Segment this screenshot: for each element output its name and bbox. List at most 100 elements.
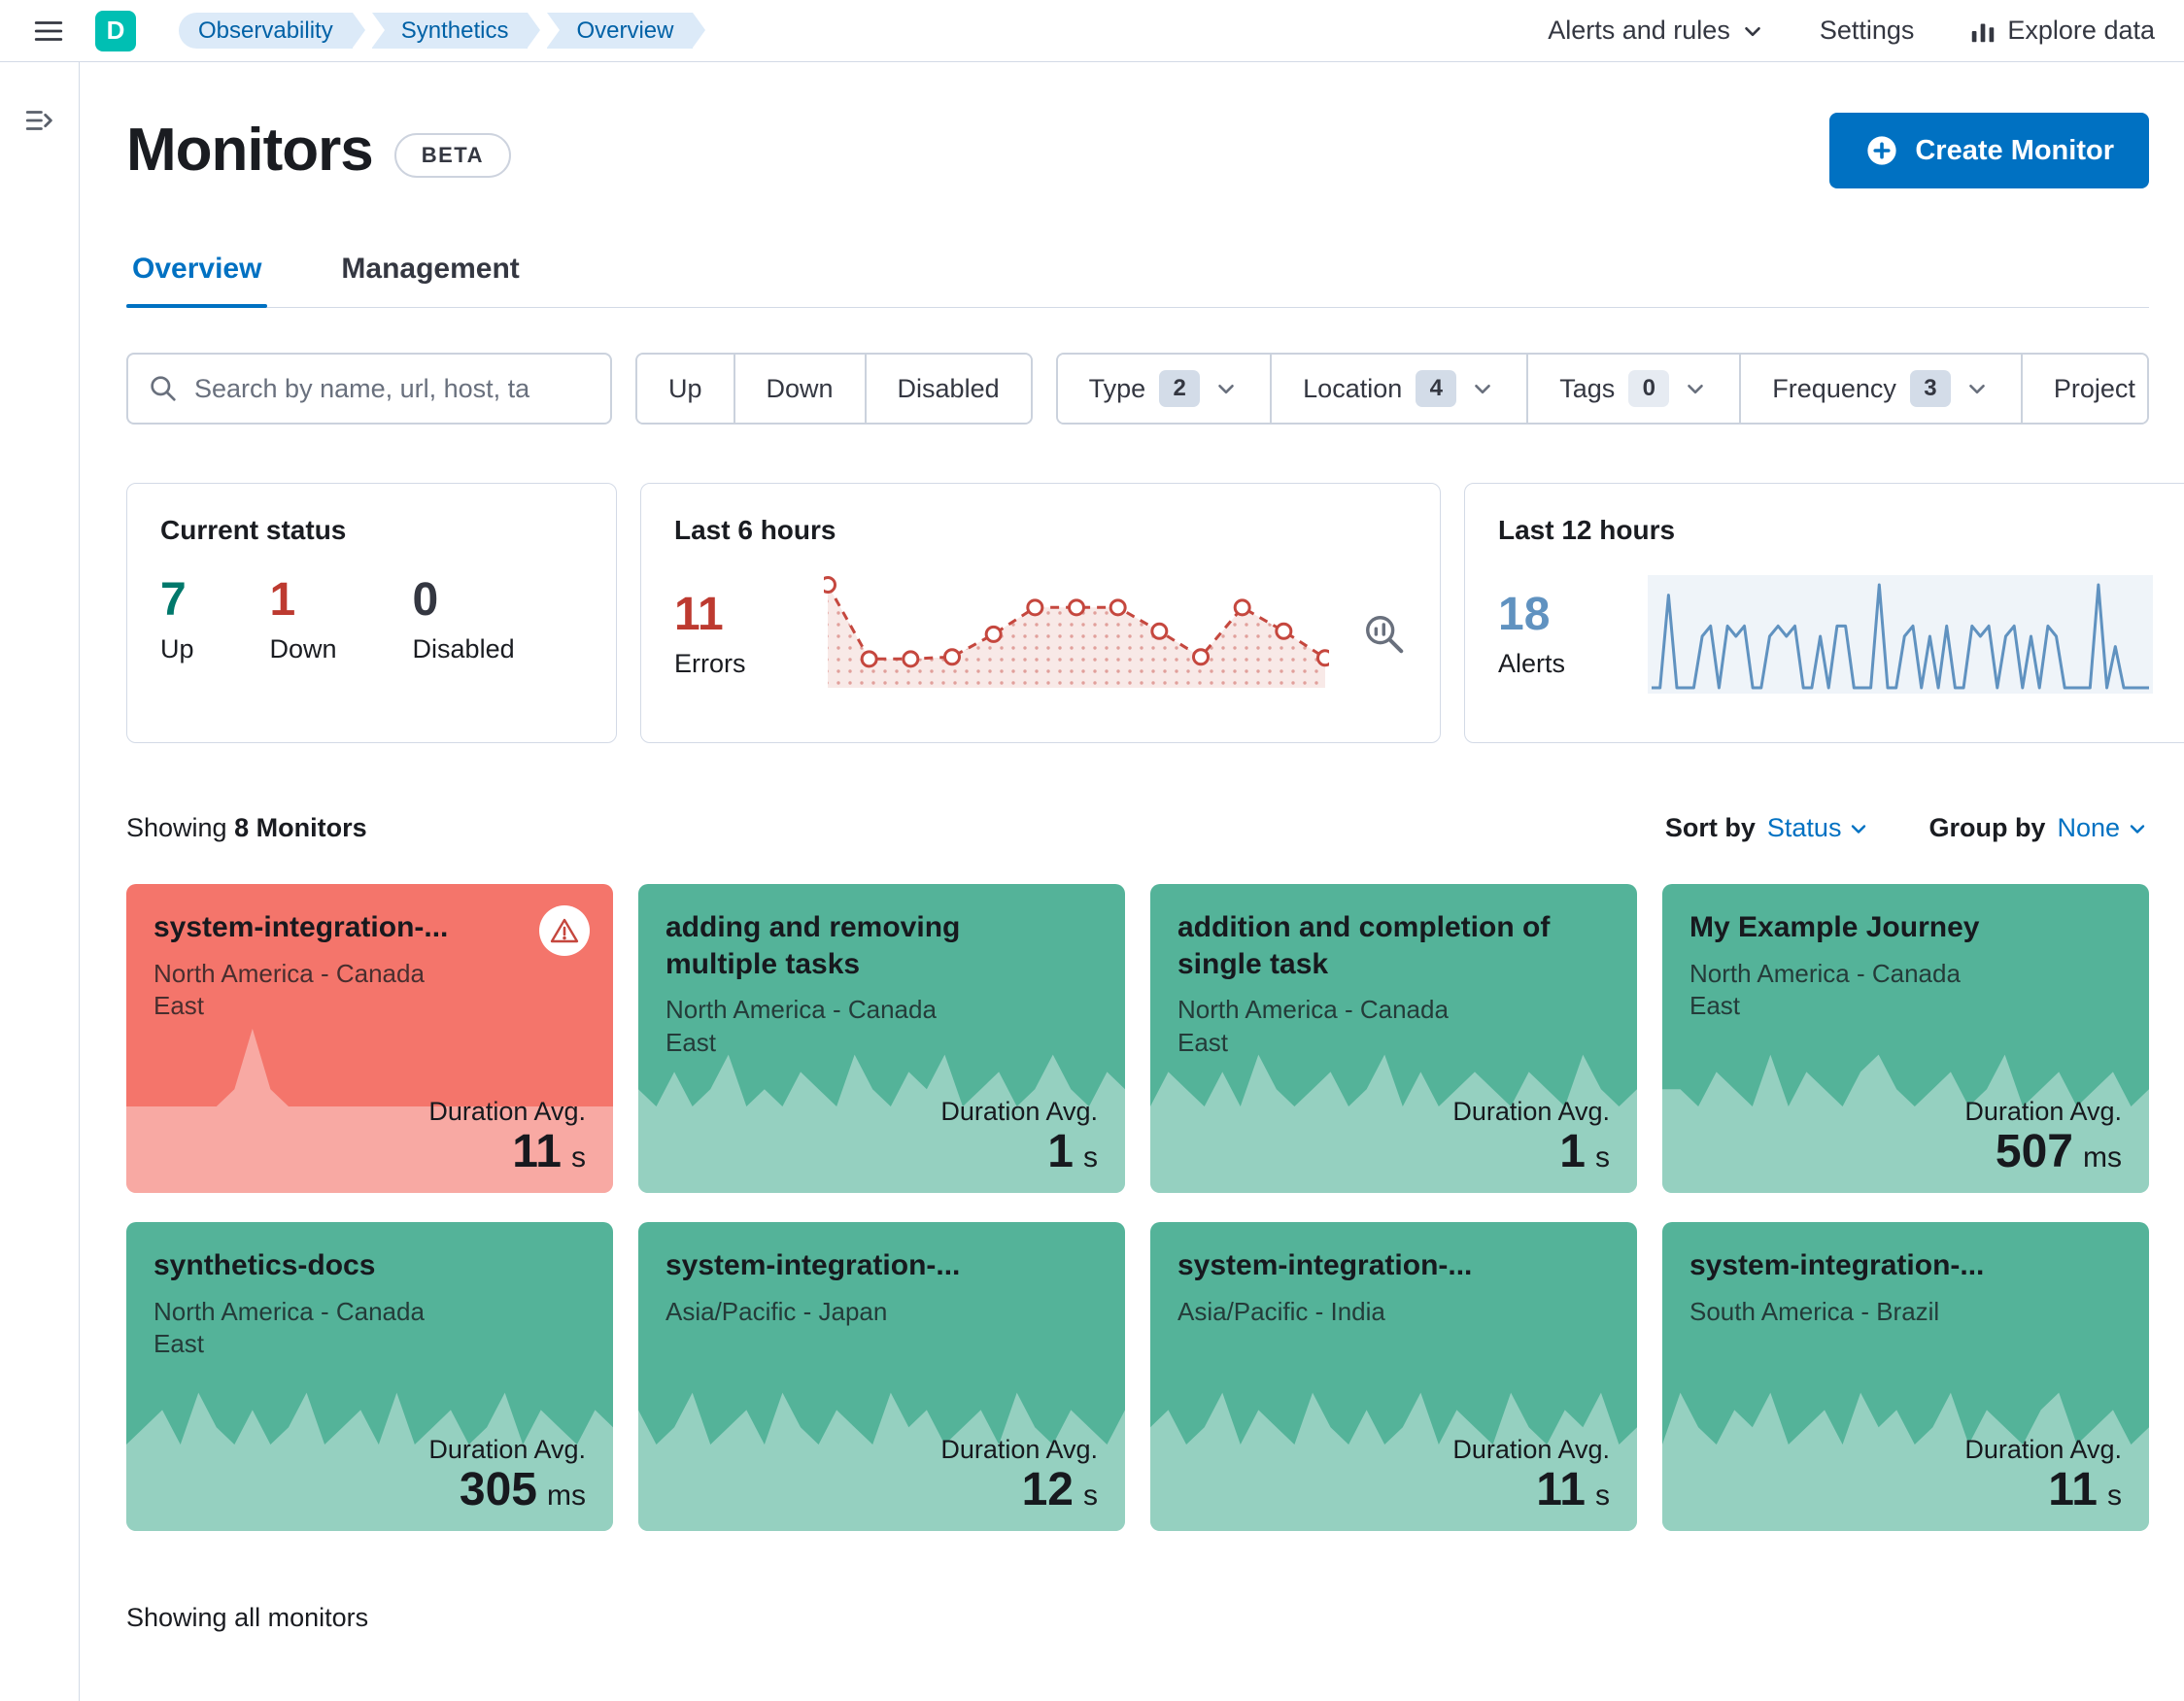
monitor-location: Asia/Pacific - Japan: [665, 1296, 888, 1326]
monitor-card[interactable]: addition and completion of single task N…: [1150, 884, 1637, 1193]
main-content: Monitors BETA Create Monitor Overview Ma…: [80, 62, 2184, 1701]
beta-badge: BETA: [393, 133, 512, 178]
menu-hamburger-icon[interactable]: [29, 12, 68, 51]
filter-count-badge: 2: [1159, 370, 1201, 407]
sort-by-control: Sort by Status: [1665, 813, 1871, 843]
group-by-value[interactable]: None: [2057, 813, 2149, 843]
alerts-count: 18: [1498, 589, 1551, 641]
monitor-location: Asia/Pacific - India: [1177, 1296, 1385, 1326]
monitor-card[interactable]: synthetics-docs North America - Canada E…: [126, 1222, 613, 1531]
monitor-card[interactable]: system-integration-... Asia/Pacific - In…: [1150, 1222, 1637, 1531]
filter-project-dropdown[interactable]: Project 1: [2020, 355, 2147, 423]
alerts-panel-title: Last 12 hours: [1498, 515, 1676, 545]
top-header: D Observability Synthetics Overview Aler…: [0, 0, 2184, 62]
monitor-duration: Duration Avg. 11 s: [428, 1097, 586, 1177]
showing-count: 8 Monitors: [234, 813, 367, 842]
stat-alerts: 18 Alerts: [1498, 589, 1615, 679]
page-title: Monitors: [126, 117, 374, 184]
tab-management[interactable]: Management: [335, 253, 525, 307]
chevron-down-icon: [2130, 824, 2145, 833]
create-monitor-button[interactable]: Create Monitor: [1829, 113, 2149, 188]
alerts-chart: [1648, 575, 2153, 694]
up-label: Up: [160, 633, 194, 663]
plus-in-circle-icon: [1867, 136, 1896, 165]
chevron-down-icon: [1218, 384, 1234, 394]
alerts-and-rules-label: Alerts and rules: [1548, 16, 1730, 45]
down-label: Down: [269, 633, 337, 663]
disabled-label: Disabled: [412, 633, 515, 663]
filter-count-badge: 3: [1909, 370, 1951, 407]
alerts-panel: Last 12 hours 18 Alerts: [1464, 483, 2184, 743]
filter-type-dropdown[interactable]: Type 2: [1057, 355, 1271, 423]
breadcrumb: Observability Synthetics Overview: [179, 13, 712, 49]
warning-icon: [539, 905, 590, 956]
header-actions: Alerts and rules Settings Explore data: [1548, 16, 2155, 46]
filter-disabled-button[interactable]: Disabled: [864, 355, 1031, 423]
monitor-duration: Duration Avg. 305 ms: [428, 1435, 586, 1515]
monitor-title: system-integration-...: [154, 911, 449, 943]
chevron-down-icon: [1969, 384, 1985, 394]
breadcrumb-overview[interactable]: Overview: [547, 13, 706, 49]
monitor-title: system-integration-...: [665, 1249, 961, 1281]
monitor-duration: Duration Avg. 11 s: [1964, 1435, 2122, 1515]
stats-row: Current status 7 Up 1 Down 0 Disabled La…: [126, 483, 2184, 743]
search-input[interactable]: [194, 373, 591, 404]
filter-up-button[interactable]: Up: [637, 355, 734, 423]
sort-by-label: Sort by: [1664, 813, 1756, 842]
errors-label: Errors: [674, 648, 746, 678]
monitor-card[interactable]: adding and removing multiple tasks North…: [638, 884, 1125, 1193]
monitor-card[interactable]: system-integration-... South America - B…: [1662, 1222, 2149, 1531]
settings-label: Settings: [1819, 16, 1915, 45]
sort-by-value[interactable]: Status: [1767, 813, 1871, 843]
filter-down-button[interactable]: Down: [733, 355, 865, 423]
errors-panel: Last 6 hours 11 Errors: [640, 483, 1441, 743]
down-count: 1: [269, 574, 296, 626]
monitor-title: adding and removing multiple tasks: [665, 911, 961, 980]
filter-count-badge: 4: [1416, 370, 1457, 407]
monitor-duration: Duration Avg. 1s: [1452, 1097, 1610, 1177]
monitor-list-header: Showing 8 Monitors Sort by Status Group …: [126, 813, 2149, 843]
create-monitor-label: Create Monitor: [1915, 134, 2114, 166]
monitor-card[interactable]: My Example Journey North America - Canad…: [1662, 884, 2149, 1193]
breadcrumb-observability[interactable]: Observability: [179, 13, 365, 49]
search-icon: [151, 376, 176, 401]
page-tabs: Overview Management: [126, 253, 2149, 308]
inspect-errors-icon[interactable]: [1362, 612, 1407, 657]
monitor-duration: Duration Avg. 11 s: [1452, 1435, 1610, 1515]
chevron-down-icon: [1745, 26, 1760, 36]
up-count: 7: [160, 574, 187, 626]
monitor-duration: Duration Avg. 507 ms: [1964, 1097, 2122, 1177]
explore-data-link[interactable]: Explore data: [1968, 16, 2155, 46]
monitor-title: system-integration-...: [1177, 1249, 1473, 1281]
alerts-and-rules-menu[interactable]: Alerts and rules: [1548, 16, 1765, 46]
monitor-grid: system-integration-... North America - C…: [126, 884, 2149, 1531]
settings-link[interactable]: Settings: [1820, 16, 1915, 46]
alerts-label: Alerts: [1498, 648, 1566, 678]
filter-frequency-dropdown[interactable]: Frequency 3: [1739, 355, 2021, 423]
stat-down: 1 Down: [269, 574, 337, 664]
search-box: [126, 353, 612, 425]
attribute-filter-group: Type 2 Location 4 Tags 0 Frequency 3 Pro…: [1055, 353, 2149, 425]
disabled-count: 0: [412, 574, 439, 626]
footer-note: Showing all monitors: [126, 1603, 369, 1632]
page-header: Monitors BETA Create Monitor: [126, 113, 2149, 188]
status-filter-group: Up Down Disabled: [635, 353, 1033, 425]
current-status-panel: Current status 7 Up 1 Down 0 Disabled: [126, 483, 617, 743]
group-by-label: Group by: [1928, 813, 2046, 842]
stat-up: 7 Up: [160, 574, 194, 664]
expand-sidebar-icon[interactable]: [20, 101, 59, 140]
stat-errors: 11 Errors: [674, 589, 791, 679]
breadcrumb-synthetics[interactable]: Synthetics: [371, 13, 541, 49]
monitor-card[interactable]: system-integration-... Asia/Pacific - Ja…: [638, 1222, 1125, 1531]
monitor-duration: Duration Avg. 12 s: [940, 1435, 1098, 1515]
tab-overview[interactable]: Overview: [126, 253, 268, 308]
monitor-title: synthetics-docs: [154, 1249, 376, 1281]
current-status-title: Current status: [160, 515, 347, 545]
bar-chart-icon: [1972, 23, 1995, 42]
filter-location-dropdown[interactable]: Location 4: [1270, 355, 1527, 423]
monitor-card[interactable]: system-integration-... North America - C…: [126, 884, 613, 1193]
deployment-logo[interactable]: D: [95, 10, 136, 51]
chevron-down-icon: [1852, 824, 1866, 833]
monitor-location: South America - Brazil: [1689, 1296, 1940, 1326]
filter-tags-dropdown[interactable]: Tags 0: [1526, 355, 1740, 423]
